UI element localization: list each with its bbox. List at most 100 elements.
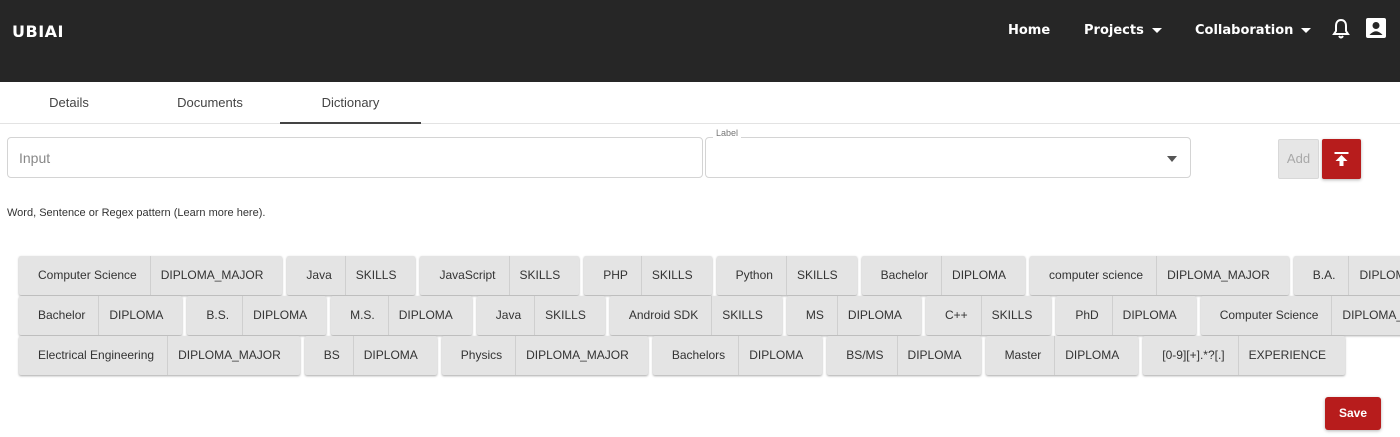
- chevron-down-icon: [1151, 28, 1162, 33]
- dictionary-chip[interactable]: Master DIPLOMA: [985, 336, 1139, 375]
- chip-text: Android SDK: [610, 296, 713, 335]
- tab-documents[interactable]: Documents: [140, 82, 280, 124]
- chip-label: EXPERIENCE: [1248, 348, 1326, 362]
- dictionary-chip[interactable]: Python SKILLS: [716, 256, 857, 295]
- dictionary-chip[interactable]: Computer Science DIPLOMA_MAJOR: [1200, 296, 1400, 335]
- chip-label: DIPLOMA: [907, 348, 962, 362]
- chip-text: BS/MS: [827, 336, 898, 375]
- chip-label: SKILLS: [651, 268, 693, 282]
- chip-text: Computer Science: [1201, 296, 1333, 335]
- chevron-down-icon: [1167, 156, 1177, 162]
- chip-text: B.S.: [187, 296, 244, 335]
- chip-label: DIPLOMA: [363, 348, 418, 362]
- chevron-down-icon: [1301, 28, 1312, 33]
- chip-label: SKILLS: [796, 268, 838, 282]
- chip-text: MS: [787, 296, 838, 335]
- bell-icon[interactable]: [1331, 18, 1351, 40]
- dictionary-chip[interactable]: MS DIPLOMA: [786, 296, 921, 335]
- label-caption: Label: [713, 128, 742, 138]
- chip-text: JavaScript: [420, 256, 510, 295]
- dictionary-chip[interactable]: Android SDK SKILLS: [609, 296, 782, 335]
- top-navbar: UBIAI Home Projects Collaboration: [0, 0, 1400, 82]
- chip-text: Master: [986, 336, 1056, 375]
- user-icon[interactable]: [1366, 18, 1386, 38]
- dictionary-chip[interactable]: Java SKILLS: [476, 296, 605, 335]
- chip-text: BS: [305, 336, 354, 375]
- chip-label: DIPLOMA_MAJOR: [1342, 308, 1400, 322]
- chip-label: DIPLOMA: [253, 308, 308, 322]
- brand-logo[interactable]: UBIAI: [12, 22, 64, 41]
- chip-row: Computer Science DIPLOMA_MAJOR Java SKILLS J…: [19, 256, 1400, 295]
- chip-text: [0-9][+].*?[.]: [1143, 336, 1239, 375]
- chip-text: Python: [717, 256, 787, 295]
- dictionary-chip[interactable]: PHP SKILLS: [584, 256, 712, 295]
- dictionary-chip[interactable]: Java SKILLS: [287, 256, 416, 295]
- chip-text: Computer Science: [19, 256, 151, 295]
- chip-label: DIPLOMA: [1065, 348, 1120, 362]
- label-select[interactable]: [705, 137, 1191, 178]
- save-button[interactable]: Save: [1325, 397, 1381, 430]
- chip-label: SKILLS: [519, 268, 561, 282]
- dictionary-chip[interactable]: Computer Science DIPLOMA_MAJOR: [19, 256, 283, 295]
- tab-details[interactable]: Details: [0, 82, 138, 124]
- chip-text: Java: [287, 256, 346, 295]
- dictionary-chip[interactable]: Bachelors DIPLOMA: [652, 336, 823, 375]
- chip-text: M.S.: [331, 296, 389, 335]
- chip-label: DIPLOMA: [109, 308, 164, 322]
- upload-button[interactable]: [1322, 139, 1361, 179]
- nav-projects-label: Projects: [1084, 23, 1144, 38]
- dictionary-input[interactable]: [8, 138, 702, 177]
- dictionary-chip[interactable]: PhD DIPLOMA: [1056, 296, 1196, 335]
- dictionary-chip-list: Computer Science DIPLOMA_MAJOR Java SKILLS J…: [19, 256, 1400, 376]
- dictionary-chip[interactable]: JavaScript SKILLS: [420, 256, 580, 295]
- dictionary-chip[interactable]: C++ SKILLS: [925, 296, 1052, 335]
- chip-text: computer science: [1030, 256, 1158, 295]
- dictionary-chip[interactable]: BS DIPLOMA: [304, 336, 437, 375]
- chip-row: Bachelor DIPLOMA B.S. DIPLOMA M.S. DIPLOMA Jav…: [19, 296, 1400, 335]
- add-button[interactable]: Add: [1278, 139, 1319, 179]
- tab-dictionary[interactable]: Dictionary: [280, 82, 421, 124]
- chip-text: Bachelor: [862, 256, 943, 295]
- chip-label: SKILLS: [355, 268, 397, 282]
- chip-text: Bachelors: [653, 336, 740, 375]
- chip-text: Java: [477, 296, 536, 335]
- chip-label: DIPLOMA: [952, 268, 1007, 282]
- upload-icon: [1334, 152, 1349, 166]
- dictionary-chip[interactable]: computer science DIPLOMA_MAJOR: [1030, 256, 1289, 295]
- chip-label: SKILLS: [545, 308, 586, 322]
- nav-collaboration[interactable]: Collaboration: [1195, 23, 1312, 38]
- chip-text: Electrical Engineering: [19, 336, 169, 375]
- tab-bar: Details Documents Dictionary: [0, 82, 1400, 124]
- chip-label: DIPLOMA_MAJOR: [178, 348, 281, 362]
- dictionary-chip[interactable]: Electrical Engineering DIPLOMA_MAJOR: [19, 336, 300, 375]
- dictionary-chip[interactable]: BS/MS DIPLOMA: [827, 336, 981, 375]
- dictionary-chip[interactable]: B.A. DIPLOMA: [1293, 256, 1400, 295]
- nav-home-label: Home: [1008, 23, 1051, 38]
- chip-label: DIPLOMA: [1122, 308, 1177, 322]
- chip-text: B.A.: [1294, 256, 1350, 295]
- chip-label: DIPLOMA_MAJOR: [1167, 268, 1270, 282]
- nav-projects[interactable]: Projects: [1084, 23, 1162, 38]
- chip-label: DIPLOMA_MAJOR: [160, 268, 264, 282]
- nav-home[interactable]: Home: [1008, 23, 1050, 38]
- chip-text: Bachelor: [19, 296, 100, 335]
- dictionary-chip[interactable]: M.S. DIPLOMA: [331, 296, 472, 335]
- input-field-wrapper: [7, 137, 703, 178]
- chip-label: SKILLS: [991, 308, 1033, 322]
- dictionary-chip[interactable]: Bachelor DIPLOMA: [861, 256, 1026, 295]
- chip-label: DIPLOMA_MAJOR: [526, 348, 629, 362]
- chip-label: SKILLS: [722, 308, 763, 322]
- chip-text: PHP: [584, 256, 642, 295]
- chip-label: DIPLOMA: [1359, 268, 1400, 282]
- nav-collaboration-label: Collaboration: [1195, 23, 1294, 38]
- chip-text: Physics: [442, 336, 517, 375]
- dictionary-chip[interactable]: [0-9][+].*?[.] EXPERIENCE: [1143, 336, 1345, 375]
- chip-label: DIPLOMA: [398, 308, 453, 322]
- chip-text: C++: [926, 296, 982, 335]
- dictionary-chip[interactable]: B.S. DIPLOMA: [187, 296, 327, 335]
- dictionary-chip[interactable]: Bachelor DIPLOMA: [19, 296, 183, 335]
- chip-label: DIPLOMA: [847, 308, 902, 322]
- dictionary-chip[interactable]: Physics DIPLOMA_MAJOR: [441, 336, 648, 375]
- chip-text: PhD: [1056, 296, 1113, 335]
- chip-label: DIPLOMA: [749, 348, 804, 362]
